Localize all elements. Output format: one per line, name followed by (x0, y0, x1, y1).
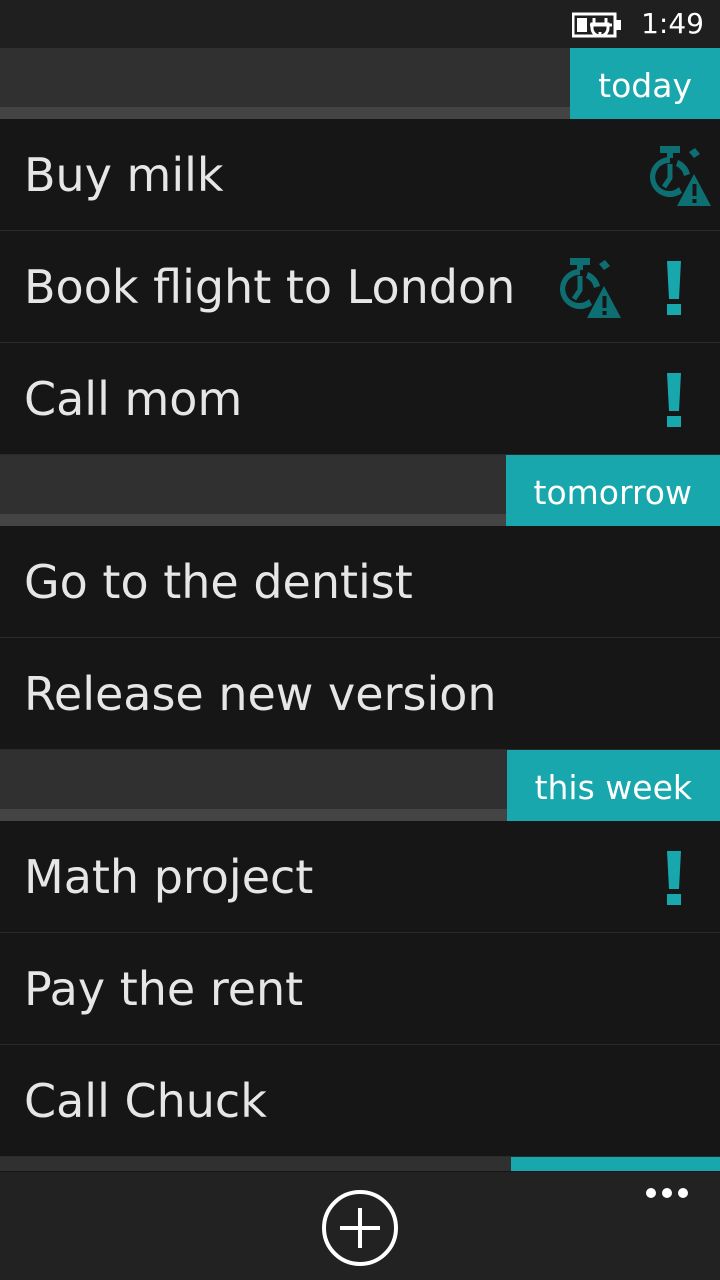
task-item[interactable]: Call mom (0, 343, 720, 455)
task-title: Release new version (24, 667, 497, 721)
more-dots-icon[interactable] (646, 1188, 688, 1200)
overdue-alarm-icon (560, 258, 621, 318)
task-item[interactable]: Release new version (0, 638, 720, 750)
task-item[interactable]: Math project (0, 821, 720, 933)
overdue-alarm-icon (650, 146, 711, 206)
group-label: today (570, 48, 720, 119)
task-title: Go to the dentist (24, 555, 413, 609)
group-header-tomorrow[interactable]: tomorrow (0, 455, 720, 526)
task-title: Pay the rent (24, 962, 304, 1016)
battery-charging-icon (572, 12, 621, 38)
task-title: Math project (24, 850, 314, 904)
task-item[interactable]: Go to the dentist (0, 526, 720, 638)
group-header-partial[interactable] (0, 1157, 720, 1171)
task-item[interactable]: Call Chuck (0, 1045, 720, 1157)
group-label-box (511, 1157, 720, 1171)
task-title: Buy milk (24, 148, 224, 202)
task-list: today Buy milk Book flight to London Cal… (0, 48, 720, 1171)
high-priority-icon (667, 373, 681, 427)
task-title: Call mom (24, 372, 243, 426)
clock: 1:49 (641, 7, 704, 40)
task-item[interactable]: Buy milk (0, 119, 720, 231)
group-header-this-week[interactable]: this week (0, 750, 720, 821)
high-priority-icon (667, 261, 681, 315)
status-bar: 1:49 (0, 0, 720, 48)
add-task-button[interactable] (322, 1190, 398, 1266)
task-title: Call Chuck (24, 1074, 267, 1128)
group-label: tomorrow (505, 455, 720, 526)
task-title: Book flight to London (24, 260, 516, 314)
task-item[interactable]: Book flight to London (0, 231, 720, 343)
app-bar (0, 1172, 720, 1280)
high-priority-icon (667, 851, 681, 905)
group-label: this week (506, 750, 720, 821)
group-header-today[interactable]: today (0, 48, 720, 119)
task-item[interactable]: Pay the rent (0, 933, 720, 1045)
